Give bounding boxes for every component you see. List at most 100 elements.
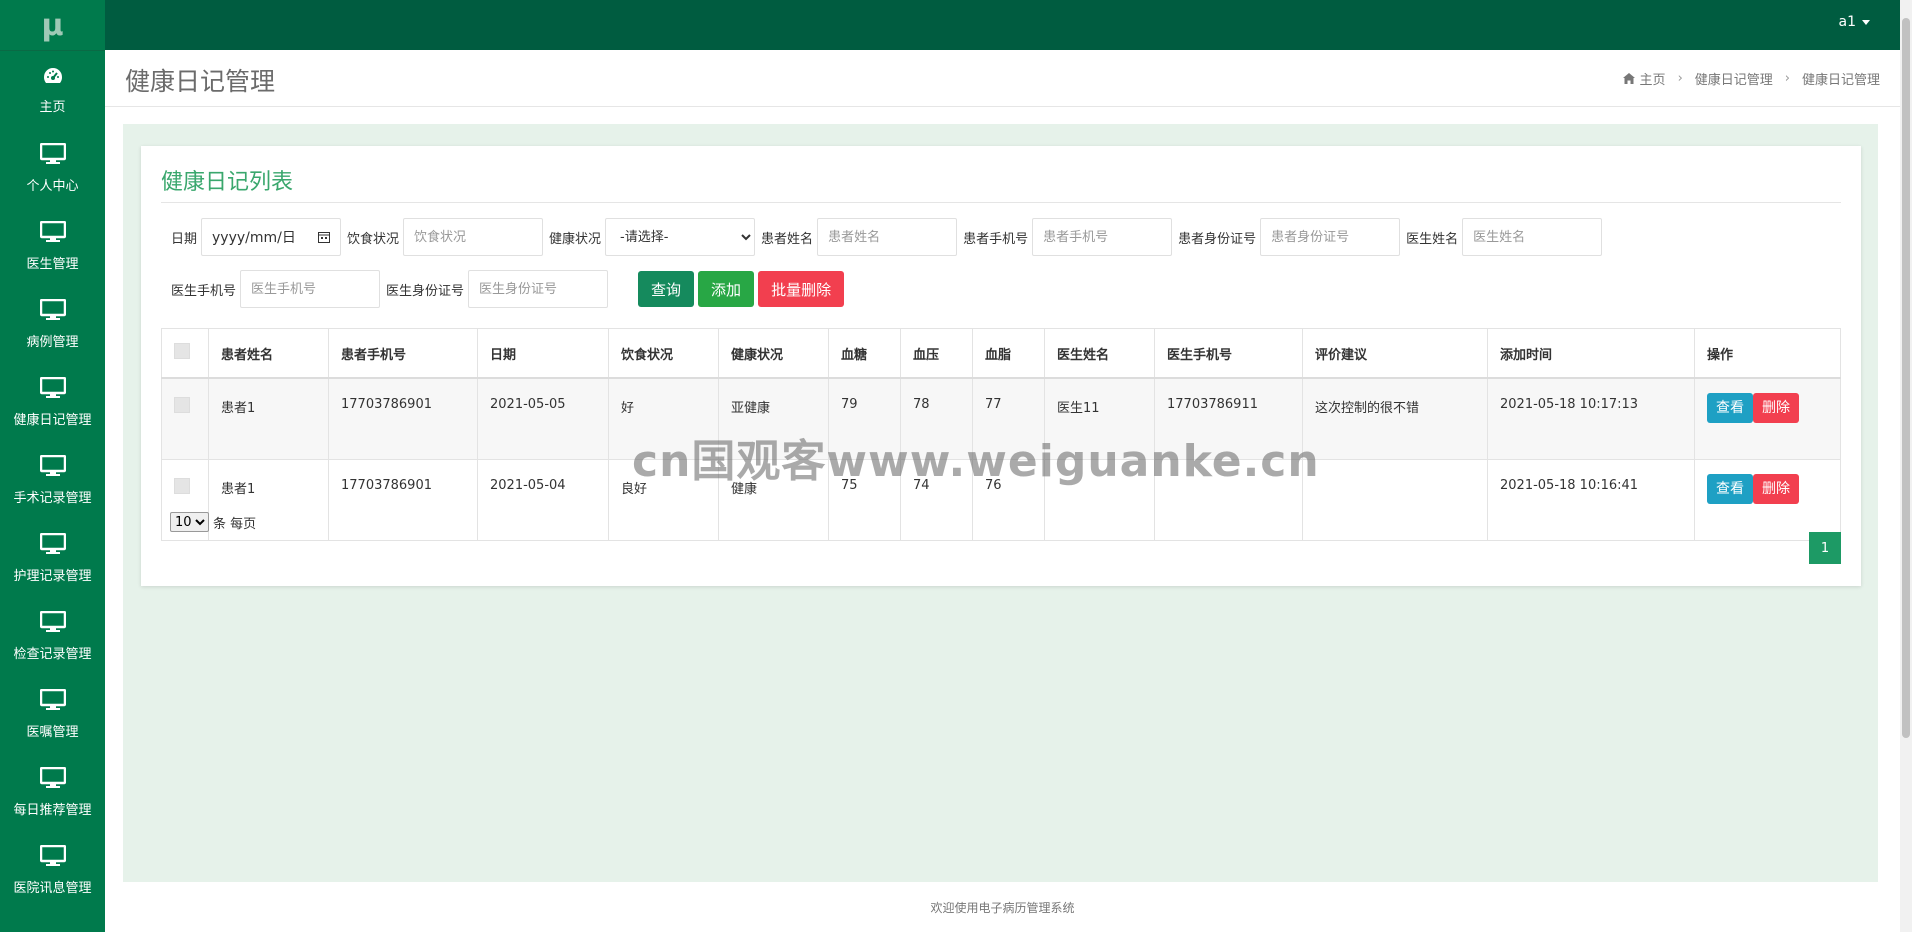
pagination-page-1[interactable]: 1 [1809,532,1841,564]
monitor-icon [39,688,66,715]
monitor-icon [39,532,66,559]
content-area: 健康日记列表 日期 yyyy/mm/日 饮食状况 健康状况 -请选择- 患者姓名… [123,124,1878,882]
cell-blood-lipid: 77 [972,377,1045,460]
sidebar-item-label: 个人中心 [26,178,79,194]
cell-add-time: 2021-05-18 10:17:13 [1487,377,1695,460]
cell-blood-pressure: 78 [900,377,973,460]
monitor-icon [39,376,66,403]
patient-id-input[interactable] [1260,218,1401,256]
delete-button[interactable]: 删除 [1753,474,1799,504]
monitor-icon [39,220,66,247]
monitor-icon [39,142,66,169]
col-doctor-phone[interactable]: 医生手机号 [1154,328,1303,379]
cell-doctor-name [1044,459,1155,541]
filter-row-2: 医生手机号 医生身份证号 查询 添加 批量删除 [171,270,848,308]
col-patient-name[interactable]: 患者姓名 [208,328,329,379]
user-menu[interactable]: a1 [1838,14,1870,30]
doctor-phone-input[interactable] [240,270,381,308]
scrollbar-thumb[interactable] [1902,18,1910,738]
patient-phone-label: 患者手机号 [963,231,1029,247]
breadcrumb-home[interactable]: 主页 [1640,69,1666,88]
cell-blood-lipid: 76 [972,459,1045,541]
cell-actions: 查看 删除 [1694,459,1841,541]
chevron-right-icon: › [1677,71,1683,86]
diet-label: 饮食状况 [347,231,400,247]
table-header-row: 患者姓名 患者手机号 日期 饮食状况 健康状况 血糖 血压 血脂 医生姓名 医生… [161,328,1841,379]
sidebar-item[interactable]: 手术记录管理 [0,441,105,519]
col-add-time[interactable]: 添加时间 [1487,328,1695,379]
col-patient-phone[interactable]: 患者手机号 [328,328,478,379]
sidebar-item-label: 主页 [39,99,66,115]
monitor-icon [39,844,66,871]
col-health[interactable]: 健康状况 [718,328,829,379]
cell-evaluation [1302,459,1488,541]
page-size-select[interactable]: 10 [170,512,209,532]
sidebar-item-label: 医嘱管理 [26,724,79,740]
table-row: 患者1 17703786901 2021-05-05 好 亚健康 79 78 7… [161,377,1841,460]
calendar-icon[interactable] [318,231,331,243]
add-button[interactable]: 添加 [698,271,755,307]
patient-name-input[interactable] [817,218,958,256]
diet-input[interactable] [403,218,544,256]
sidebar-item[interactable]: 每日推荐管理 [0,753,105,831]
cell-health: 亚健康 [718,377,829,460]
col-evaluation[interactable]: 评价建议 [1302,328,1488,379]
patient-phone-input[interactable] [1032,218,1173,256]
footer: 欢迎使用电子病历管理系统 [105,882,1900,932]
cell-date: 2021-05-04 [477,459,609,541]
view-button[interactable]: 查看 [1707,474,1753,504]
query-button[interactable]: 查询 [638,271,695,307]
sidebar-item[interactable]: 护理记录管理 [0,519,105,597]
filter-row-1: 日期 yyyy/mm/日 饮食状况 健康状况 -请选择- 患者姓名 患者手机号 … [171,218,1608,256]
dashboard-icon [42,66,64,90]
cell-patient-phone: 17703786901 [328,377,478,460]
col-blood-pressure[interactable]: 血压 [900,328,973,379]
select-all-checkbox[interactable] [174,343,190,359]
chevron-right-icon: › [1784,71,1790,86]
table-row: 患者1 17703786901 2021-05-04 良好 健康 75 74 7… [161,459,1841,541]
user-name: a1 [1838,14,1857,30]
caret-down-icon [1862,19,1870,25]
cell-blood-pressure: 74 [900,459,973,541]
app-logo[interactable]: μ [0,0,105,51]
sidebar-item-label: 手术记录管理 [13,490,92,506]
row-checkbox[interactable] [174,478,190,494]
col-date[interactable]: 日期 [477,328,609,379]
diary-table: 患者姓名 患者手机号 日期 饮食状况 健康状况 血糖 血压 血脂 医生姓名 医生… [161,328,1841,541]
col-doctor-name[interactable]: 医生姓名 [1044,328,1155,379]
divider [161,202,1841,203]
batch-delete-button[interactable]: 批量删除 [758,271,845,307]
sidebar-item[interactable]: 主页 [0,51,105,129]
col-diet[interactable]: 饮食状况 [608,328,719,379]
doctor-name-input[interactable] [1462,218,1603,256]
col-blood-sugar[interactable]: 血糖 [828,328,901,379]
view-button[interactable]: 查看 [1707,393,1753,423]
col-blood-lipid[interactable]: 血脂 [972,328,1045,379]
monitor-icon [39,454,66,481]
breadcrumb-section[interactable]: 健康日记管理 [1695,69,1773,88]
cell-date: 2021-05-05 [477,377,609,460]
sidebar-item-label: 健康日记管理 [13,412,92,428]
sidebar-item[interactable]: 健康日记管理 [0,363,105,441]
sidebar-item[interactable]: 个人中心 [0,129,105,207]
sidebar-item-label: 病例管理 [26,334,79,350]
page-size-suffix: 条 每页 [213,516,257,532]
health-select[interactable]: -请选择- [605,218,756,256]
sidebar-item[interactable]: 医院讯息管理 [0,831,105,909]
delete-button[interactable]: 删除 [1753,393,1799,423]
vertical-scrollbar[interactable] [1900,0,1912,932]
sidebar-item-label: 医生管理 [26,256,79,272]
sidebar-item[interactable]: 病例管理 [0,285,105,363]
date-input[interactable]: yyyy/mm/日 [201,218,342,256]
doctor-id-input[interactable] [468,270,609,308]
sidebar-item[interactable]: 医生管理 [0,207,105,285]
cell-patient-phone: 17703786901 [328,459,478,541]
sidebar-item-label: 每日推荐管理 [13,802,92,818]
cell-diet: 良好 [608,459,719,541]
list-card: 健康日记列表 日期 yyyy/mm/日 饮食状况 健康状况 -请选择- 患者姓名… [141,146,1861,586]
cell-doctor-name: 医生11 [1044,377,1155,460]
row-checkbox[interactable] [174,397,190,413]
sidebar-item[interactable]: 医嘱管理 [0,675,105,753]
sidebar-item[interactable]: 检查记录管理 [0,597,105,675]
patient-id-label: 患者身份证号 [1178,231,1257,247]
